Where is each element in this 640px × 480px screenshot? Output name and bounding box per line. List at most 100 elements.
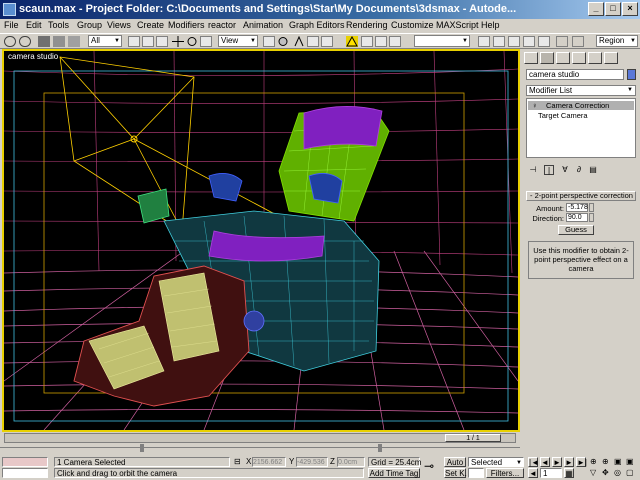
stack-item-target-camera[interactable]: Target Camera xyxy=(528,111,634,120)
quick-render-icon[interactable] xyxy=(523,36,535,47)
default-in-out-tangent[interactable] xyxy=(468,468,484,478)
reference-coord-dropdown[interactable]: View ▼ xyxy=(218,35,258,47)
time-configuration-icon[interactable]: ▦ xyxy=(564,468,574,478)
zoom-all-icon[interactable]: ⊕ xyxy=(602,457,612,467)
percent-snap-icon[interactable] xyxy=(321,36,333,47)
rectangular-region-icon[interactable] xyxy=(156,36,168,47)
time-slider[interactable]: 1 / 1 xyxy=(0,432,520,443)
maximize-button[interactable]: □ xyxy=(605,2,621,16)
go-to-start-icon[interactable]: |◄ xyxy=(528,457,539,467)
motion-tab-icon[interactable] xyxy=(572,52,586,64)
redo-icon[interactable] xyxy=(19,36,31,47)
schematic-view-icon[interactable] xyxy=(478,36,490,47)
maxscript-listener[interactable] xyxy=(2,457,48,467)
amount-input[interactable]: -5.178 xyxy=(566,203,588,212)
named-selection-dropdown[interactable]: ▼ xyxy=(414,35,470,47)
key-filters-button[interactable]: Filters... xyxy=(486,468,524,478)
select-and-scale-icon[interactable] xyxy=(200,36,212,47)
go-to-end-icon[interactable]: ►| xyxy=(576,457,587,467)
time-slider-track[interactable]: 1 / 1 xyxy=(4,433,516,443)
bind-space-warp-icon[interactable] xyxy=(68,36,80,47)
key-mode-dropdown[interactable]: Selected ▼ xyxy=(468,457,524,467)
make-unique-icon[interactable]: ∀ xyxy=(560,165,570,175)
close-button[interactable]: × xyxy=(622,2,638,16)
menu-edit[interactable]: Edit xyxy=(26,20,42,30)
zoom-extents-all-icon[interactable]: ▣ xyxy=(626,457,636,467)
track-bar[interactable] xyxy=(0,443,520,454)
render-scene-icon[interactable] xyxy=(508,36,520,47)
menu-rendering[interactable]: Rendering xyxy=(346,20,388,30)
menu-views[interactable]: Views xyxy=(107,20,131,30)
z-coordinate[interactable]: 0.0cm xyxy=(337,457,365,467)
viewport-label[interactable]: camera studio xyxy=(8,52,58,61)
selection-filter-dropdown[interactable]: All ▼ xyxy=(88,35,122,47)
link-icon[interactable] xyxy=(38,36,50,47)
zoom-extents-icon[interactable]: ▣ xyxy=(614,457,624,467)
minimize-button[interactable]: _ xyxy=(588,2,604,16)
modifier-list-dropdown[interactable]: Modifier List ▼ xyxy=(526,85,636,96)
play-icon[interactable]: ► xyxy=(552,457,562,467)
menu-file[interactable]: File xyxy=(4,20,19,30)
guess-button[interactable]: Guess xyxy=(558,225,594,235)
menu-animation[interactable]: Animation xyxy=(243,20,283,30)
pivot-center-icon[interactable] xyxy=(263,36,275,47)
key-icon[interactable]: ⊸ xyxy=(424,460,440,473)
show-end-result-icon[interactable]: | xyxy=(544,165,554,175)
track-bar-marker[interactable] xyxy=(140,444,144,452)
select-object-icon[interactable] xyxy=(128,36,140,47)
x-coordinate[interactable]: 2156.662 xyxy=(252,457,286,467)
curve-editor-icon[interactable] xyxy=(389,36,401,47)
menu-help[interactable]: Help xyxy=(481,20,500,30)
create-tab-icon[interactable] xyxy=(524,52,538,64)
angle-snap-icon[interactable] xyxy=(307,36,319,47)
direction-input[interactable]: 90.0 xyxy=(566,213,588,222)
y-coordinate[interactable]: -429.536 xyxy=(296,457,328,467)
menu-create[interactable]: Create xyxy=(137,20,164,30)
menu-customize[interactable]: Customize xyxy=(391,20,434,30)
track-bar-marker[interactable] xyxy=(378,444,382,452)
menu-tools[interactable]: Tools xyxy=(48,20,69,30)
previous-frame-icon[interactable]: ◄ xyxy=(540,457,550,467)
unlink-icon[interactable] xyxy=(53,36,65,47)
modify-tab-icon[interactable] xyxy=(540,52,554,64)
select-and-rotate-icon[interactable] xyxy=(186,36,198,47)
mirror-icon[interactable] xyxy=(346,35,358,47)
key-mode-toggle-icon[interactable]: ◄ xyxy=(528,468,538,478)
amount-spinner[interactable] xyxy=(589,203,594,212)
render-last-icon[interactable] xyxy=(538,36,550,47)
undo-icon[interactable] xyxy=(4,36,16,47)
stack-item-camera-correction[interactable]: ♀ Camera Correction xyxy=(528,101,634,110)
select-and-manipulate-icon[interactable] xyxy=(277,36,289,47)
material-editor-icon[interactable] xyxy=(493,36,505,47)
configure-modifier-sets-icon[interactable]: ▤ xyxy=(588,165,598,175)
field-of-view-icon[interactable]: ▽ xyxy=(590,468,600,478)
maximize-viewport-icon[interactable]: ▢ xyxy=(626,468,636,478)
object-color-swatch[interactable] xyxy=(627,69,636,80)
time-slider-thumb[interactable]: 1 / 1 xyxy=(445,434,501,442)
active-shade-icon[interactable] xyxy=(572,36,584,47)
direction-spinner[interactable] xyxy=(589,213,594,222)
render-type-icon[interactable] xyxy=(556,36,568,47)
layer-manager-icon[interactable] xyxy=(375,36,387,47)
select-by-name-icon[interactable] xyxy=(142,36,154,47)
maxscript-input[interactable] xyxy=(2,468,48,478)
menu-group[interactable]: Group xyxy=(77,20,102,30)
render-type-dropdown[interactable]: Region ▼ xyxy=(596,35,638,47)
menu-maxscript[interactable]: MAXScript xyxy=(436,20,479,30)
add-time-tag-button[interactable]: Add Time Tag xyxy=(368,468,420,478)
align-icon[interactable] xyxy=(361,36,373,47)
remove-modifier-icon[interactable]: ∂ xyxy=(574,165,584,175)
menu-reactor[interactable]: reactor xyxy=(208,20,236,30)
camera-viewport[interactable]: camera studio xyxy=(2,49,520,432)
zoom-icon[interactable]: ⊕ xyxy=(590,457,600,467)
object-name-input[interactable]: camera studio xyxy=(526,69,624,80)
auto-key-button[interactable]: Auto xyxy=(444,457,466,467)
current-frame-input[interactable]: 1 xyxy=(540,468,562,478)
rollout-header[interactable]: - 2-point perspective correction xyxy=(526,191,636,201)
orbit-icon[interactable]: ◎ xyxy=(614,468,624,478)
set-key-button[interactable]: Set K. xyxy=(444,468,467,478)
lightbulb-icon[interactable]: ♀ xyxy=(532,101,538,110)
next-frame-icon[interactable]: ► xyxy=(564,457,574,467)
lock-selection-icon[interactable]: ⊟ xyxy=(234,457,244,467)
pan-icon[interactable]: ✥ xyxy=(602,468,612,478)
